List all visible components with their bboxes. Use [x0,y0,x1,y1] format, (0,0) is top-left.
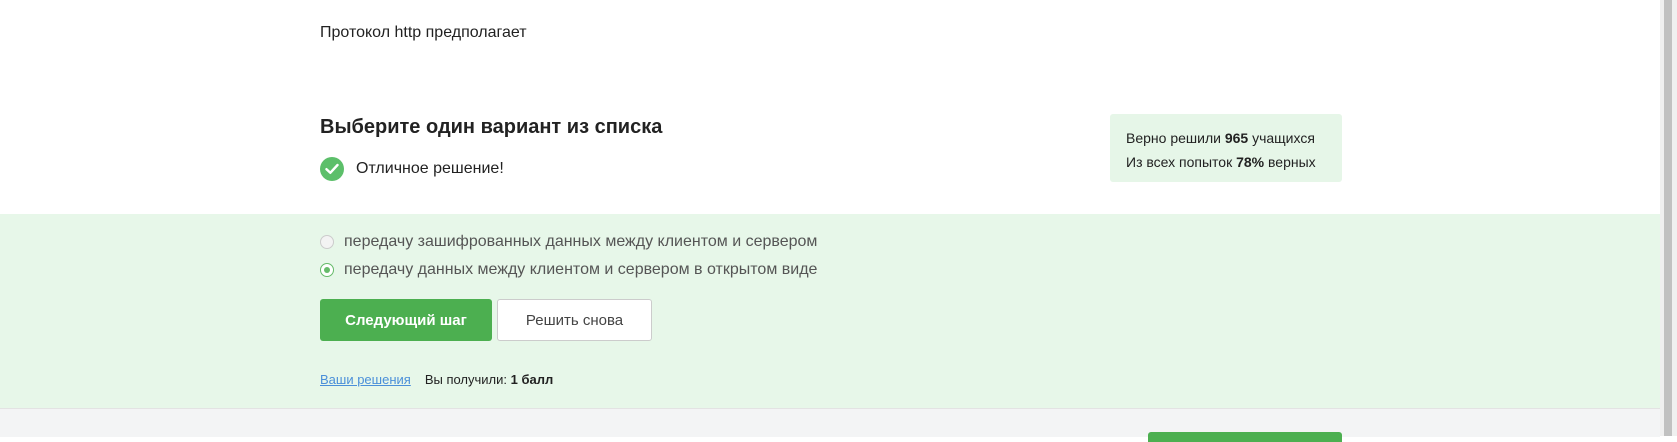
option-1[interactable]: передачу зашифрованных данных между клие… [320,231,817,253]
answer-area [0,214,1660,408]
scrollbar[interactable] [1660,0,1677,436]
stats-accuracy-suffix: верных [1264,154,1316,170]
retry-button[interactable]: Решить снова [497,299,652,341]
stats-solved-prefix: Верно решили [1126,130,1225,146]
submission-footer: Ваши решения Вы получили: 1 балл [320,372,553,387]
check-circle-icon [320,157,344,181]
stats-accuracy-line: Из всех попыток 78% верных [1126,150,1326,174]
result-status: Отличное решение! [320,157,504,181]
score-prefix: Вы получили: [424,372,511,387]
stats-solved-line: Верно решили 965 учащихся [1126,126,1326,150]
next-step-button[interactable]: Следующий шаг [320,299,492,341]
scrollbar-thumb[interactable] [1664,0,1672,436]
stats-solved-suffix: учащихся [1248,130,1315,146]
instruction-heading: Выберите один вариант из списка [320,116,663,138]
stats-accuracy-prefix: Из всех попыток [1126,154,1237,170]
option-label: передачу зашифрованных данных между клие… [344,233,818,250]
radio-checked-icon[interactable] [320,263,334,277]
bottom-action-button[interactable] [1148,432,1342,442]
your-solutions-link[interactable]: Ваши решения [320,372,411,387]
question-text: Протокол http предполагает [320,24,527,41]
score-value: 1 балл [510,372,554,387]
option-2[interactable]: передачу данных между клиентом и серверо… [320,259,817,281]
radio-unchecked-icon[interactable] [320,235,334,249]
option-label: передачу данных между клиентом и серверо… [344,261,818,278]
result-text: Отличное решение! [356,160,504,177]
score-label: Вы получили: 1 балл [425,372,553,387]
stats-solved-count: 965 [1224,130,1249,146]
stats-panel: Верно решили 965 учащихся Из всех попыто… [1110,114,1342,182]
stats-accuracy-value: 78% [1236,154,1265,170]
bottom-bar [0,408,1660,437]
